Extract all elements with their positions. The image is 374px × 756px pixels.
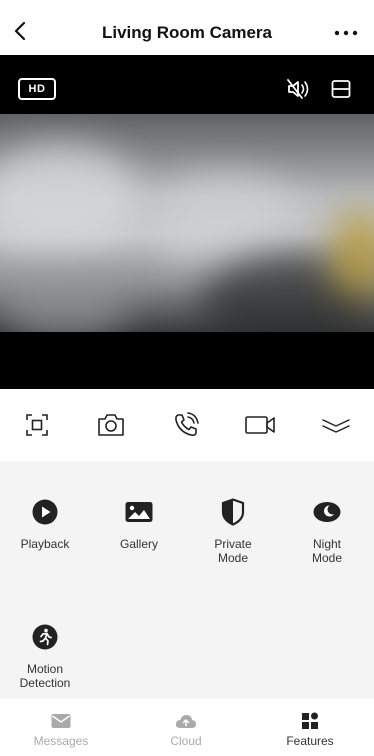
page-title: Living Room Camera [101,23,273,42]
cloud-icon [141,711,231,731]
feature-label: Motion Detection [19,662,71,690]
grid-icon [265,711,355,731]
control-row [0,389,374,461]
layout-toggle-icon[interactable] [330,77,352,101]
feature-gallery[interactable]: Gallery [99,498,179,551]
phone-call-icon[interactable] [170,409,202,441]
envelope-icon [16,711,106,731]
shield-icon [219,498,247,526]
feature-motion-detection[interactable]: Motion Detection [5,623,85,690]
tab-label: Features [286,734,334,748]
bottom-tab-bar: Messages Cloud Features [0,699,374,756]
tab-features[interactable]: Features [265,711,355,748]
play-circle-icon [31,498,59,526]
camera-feed-image [0,114,374,332]
feature-private-mode[interactable]: Private Mode [193,498,273,565]
hd-quality-button[interactable]: HD [18,78,56,100]
feature-label: Playback [20,537,70,551]
tab-label: Cloud [170,734,202,748]
screenshot-frame-icon[interactable] [21,409,53,441]
feature-label: Private Mode [214,537,252,565]
ellipsis-icon[interactable] [332,21,360,45]
tab-label: Messages [33,734,89,748]
camera-icon[interactable] [95,409,127,441]
feature-night-mode[interactable]: Night Mode [287,498,367,565]
camera-screen: Living Room Camera HD Playback Gallery P… [0,0,374,756]
video-player[interactable]: HD [0,55,374,389]
feature-playback[interactable]: Playback [5,498,85,551]
moon-icon [313,498,341,526]
collapse-chevron-icon[interactable] [320,409,352,441]
features-panel: Playback Gallery Private Mode Night Mode… [0,461,374,699]
feature-label: Gallery [119,537,158,551]
tab-cloud[interactable]: Cloud [141,711,231,748]
video-record-icon[interactable] [244,409,276,441]
tab-messages[interactable]: Messages [16,711,106,748]
header-bar: Living Room Camera [0,0,374,55]
speaker-muted-icon[interactable] [286,77,312,101]
running-person-icon [31,623,59,651]
image-icon [125,498,153,526]
feature-label: Night Mode [311,537,343,565]
